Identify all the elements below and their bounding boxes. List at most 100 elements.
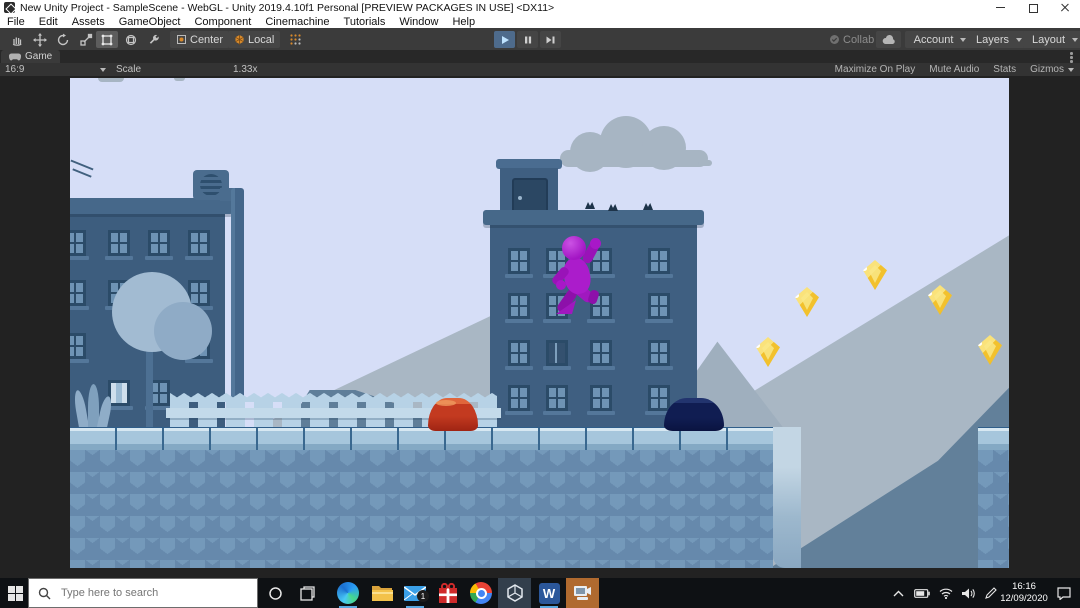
clock[interactable]: 16:16 12/09/2020 xyxy=(998,578,1050,608)
file-explorer-taskbar-icon[interactable] xyxy=(366,578,398,608)
search-input[interactable] xyxy=(59,586,243,600)
game-viewport[interactable] xyxy=(70,78,1009,568)
minimize-button[interactable] xyxy=(986,0,1016,15)
window xyxy=(70,333,86,359)
volume-icon[interactable] xyxy=(958,578,978,608)
screen-recorder-taskbar-icon[interactable] xyxy=(566,578,599,608)
cloud-services-button[interactable] xyxy=(876,31,901,48)
hand-tool-icon[interactable] xyxy=(6,31,27,48)
tree-foliage xyxy=(154,302,212,360)
navy-slime-enemy xyxy=(664,398,724,431)
rotation-mode-button[interactable]: Local xyxy=(228,31,280,48)
action-center-icon[interactable] xyxy=(1052,578,1076,608)
cloud xyxy=(174,78,185,81)
menu-edit[interactable]: Edit xyxy=(32,16,65,28)
menu-component[interactable]: Component xyxy=(187,16,258,28)
menu-window[interactable]: Window xyxy=(392,16,445,28)
layout-dropdown[interactable]: Layout xyxy=(1023,31,1080,48)
stats-toggle[interactable]: Stats xyxy=(993,64,1016,75)
aspect-value: 16:9 xyxy=(5,64,24,75)
pivot-mode-label: Center xyxy=(190,34,223,46)
move-tool-icon[interactable] xyxy=(29,31,50,48)
rect-tool-icon[interactable] xyxy=(96,31,118,48)
aspect-dropdown[interactable]: 16:9 xyxy=(5,64,24,75)
menubar: File Edit Assets GameObject Component Ci… xyxy=(0,15,1080,29)
start-button[interactable] xyxy=(2,578,28,608)
window xyxy=(546,385,568,411)
play-button[interactable] xyxy=(494,31,515,48)
collab-label: Collab xyxy=(843,34,874,46)
water-pattern xyxy=(70,450,773,568)
tab-game[interactable]: Game xyxy=(1,50,60,63)
close-button[interactable] xyxy=(1050,0,1080,15)
menu-gameobject[interactable]: GameObject xyxy=(112,16,188,28)
gamepad-icon xyxy=(9,53,21,61)
rotate-tool-icon[interactable] xyxy=(52,31,73,48)
transform-tool-icon[interactable] xyxy=(120,31,141,48)
chrome-taskbar-icon[interactable] xyxy=(465,578,497,608)
layers-dropdown[interactable]: Layers xyxy=(967,31,1031,48)
window xyxy=(188,280,210,306)
main-toolbar: Center Local Collab Account Layers xyxy=(0,28,1080,51)
player-fist xyxy=(590,238,601,249)
window-lit xyxy=(108,380,130,406)
scale-label: Scale xyxy=(116,64,141,75)
cloud xyxy=(698,160,712,166)
window xyxy=(590,340,612,366)
building-center-cornice xyxy=(483,210,704,225)
player-hand xyxy=(556,280,566,290)
step-button[interactable] xyxy=(540,31,561,48)
pause-button[interactable] xyxy=(517,31,538,48)
scale-tool-icon[interactable] xyxy=(75,31,96,48)
gem xyxy=(795,287,819,317)
grid-snap-icon[interactable] xyxy=(285,31,305,48)
menu-help[interactable]: Help xyxy=(445,16,482,28)
window-title: New Unity Project - SampleScene - WebGL … xyxy=(20,2,554,14)
window xyxy=(648,385,670,411)
cloud xyxy=(98,78,124,82)
task-view-button[interactable] xyxy=(294,578,320,608)
scale-value: 1.33x xyxy=(233,64,257,75)
battery-icon[interactable] xyxy=(911,578,933,608)
red-slime-enemy xyxy=(428,398,478,431)
mail-taskbar-icon[interactable]: 1 xyxy=(399,578,431,608)
menu-cinemachine[interactable]: Cinemachine xyxy=(258,16,336,28)
window xyxy=(590,385,612,411)
taskbar-search[interactable] xyxy=(28,578,258,608)
account-dropdown[interactable]: Account xyxy=(905,31,975,48)
custom-tool-icon[interactable] xyxy=(143,31,164,48)
mute-audio-toggle[interactable]: Mute Audio xyxy=(929,64,979,75)
maximize-on-play-toggle[interactable]: Maximize On Play xyxy=(835,64,916,75)
menu-assets[interactable]: Assets xyxy=(65,16,112,28)
cortana-button[interactable] xyxy=(262,578,288,608)
wifi-icon[interactable] xyxy=(936,578,956,608)
account-label: Account xyxy=(914,34,954,46)
pipe xyxy=(231,188,244,412)
edge-taskbar-icon[interactable] xyxy=(332,578,364,608)
window xyxy=(70,280,86,306)
menu-tutorials[interactable]: Tutorials xyxy=(337,16,393,28)
word-taskbar-icon[interactable]: W xyxy=(533,578,565,608)
unity-app-icon xyxy=(4,2,15,13)
bird xyxy=(643,203,653,210)
menu-file[interactable]: File xyxy=(0,16,32,28)
window xyxy=(508,293,530,319)
rotation-mode-label: Local xyxy=(248,34,274,46)
platform-tiles-right xyxy=(978,427,1009,451)
aspect-caret-icon[interactable] xyxy=(100,68,106,72)
clock-time: 16:16 xyxy=(1012,581,1036,593)
player-character xyxy=(556,226,610,318)
maximize-button[interactable] xyxy=(1018,0,1048,15)
water-pattern xyxy=(978,450,1009,568)
gift-app-taskbar-icon[interactable] xyxy=(432,578,464,608)
tray-chevron-icon[interactable] xyxy=(888,578,908,608)
antenna xyxy=(72,168,91,177)
gizmos-dropdown[interactable]: Gizmos xyxy=(1030,64,1074,75)
search-icon xyxy=(38,587,51,600)
pivot-mode-button[interactable]: Center xyxy=(170,31,229,48)
window xyxy=(508,385,530,411)
tab-game-label: Game xyxy=(25,51,52,62)
unity-taskbar-icon[interactable] xyxy=(498,578,531,608)
windows-taskbar: 1 W xyxy=(0,578,1080,608)
mail-badge: 1 xyxy=(417,590,429,602)
